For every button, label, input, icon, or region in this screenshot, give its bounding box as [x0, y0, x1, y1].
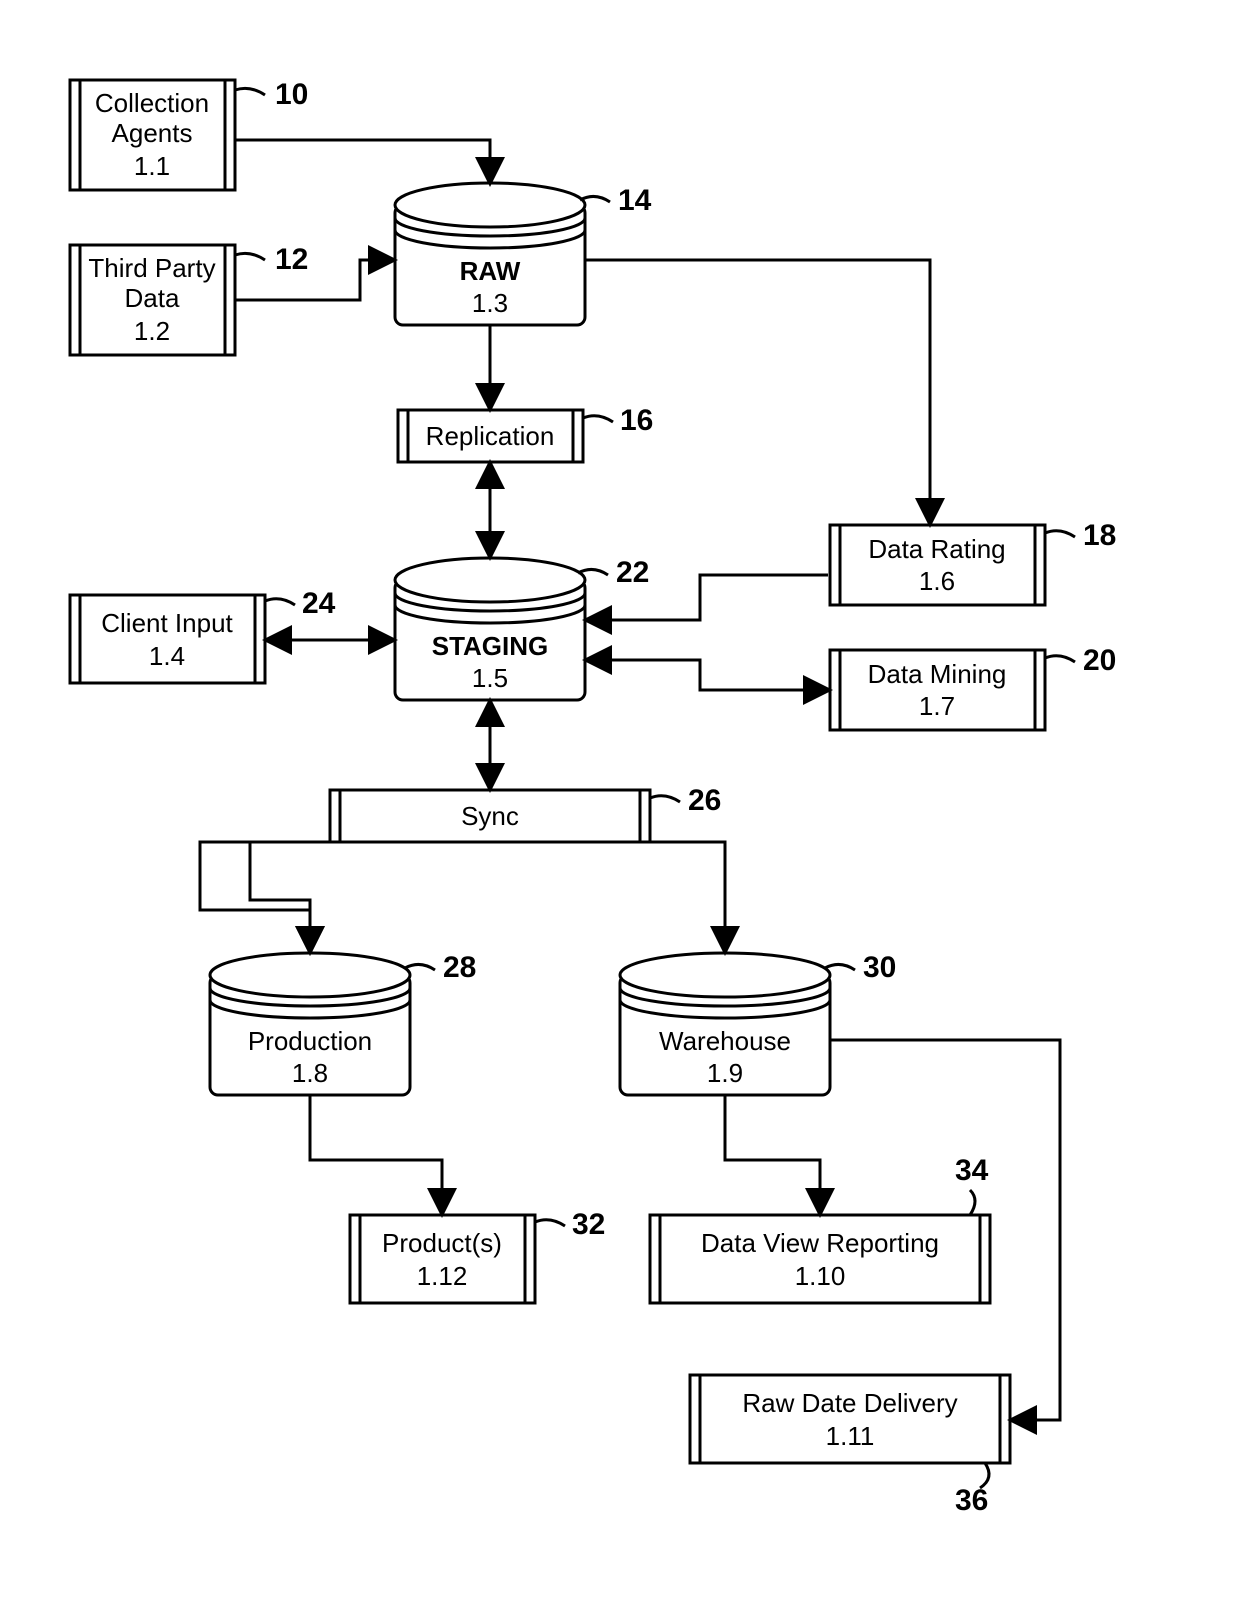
svg-text:Data: Data — [125, 283, 180, 313]
svg-text:STAGING: STAGING — [432, 631, 549, 661]
svg-text:Production: Production — [248, 1026, 372, 1056]
node-replication: Replication — [398, 410, 583, 462]
node-collection-agents: Collection Agents 1.1 — [70, 80, 235, 190]
node-products: Product(s) 1.12 — [350, 1215, 535, 1303]
svg-text:36: 36 — [955, 1484, 988, 1517]
edge-sync-warehouse — [630, 842, 725, 951]
node-data-rating: Data Rating 1.6 — [830, 525, 1045, 605]
node-label: Collection — [95, 88, 209, 118]
svg-text:16: 16 — [620, 404, 653, 437]
svg-text:1.6: 1.6 — [919, 566, 955, 596]
ref-label: 10 — [275, 78, 308, 111]
svg-text:32: 32 — [572, 1208, 605, 1241]
svg-text:34: 34 — [955, 1154, 989, 1187]
svg-text:Data View Reporting: Data View Reporting — [701, 1228, 939, 1258]
svg-text:14: 14 — [618, 184, 652, 217]
node-raw-db: RAW 1.3 — [395, 183, 585, 325]
node-data-mining: Data Mining 1.7 — [830, 650, 1045, 730]
svg-text:1.5: 1.5 — [472, 663, 508, 693]
svg-text:20: 20 — [1083, 644, 1116, 677]
svg-text:1.8: 1.8 — [292, 1058, 328, 1088]
svg-text:Product(s): Product(s) — [382, 1228, 502, 1258]
svg-text:12: 12 — [275, 243, 308, 276]
node-data-view-reporting: Data View Reporting 1.10 — [650, 1215, 990, 1303]
node-warehouse-db: Warehouse 1.9 — [620, 953, 830, 1095]
svg-text:24: 24 — [302, 587, 336, 620]
svg-text:Raw Date Delivery: Raw Date Delivery — [742, 1388, 957, 1418]
svg-text:30: 30 — [863, 951, 896, 984]
svg-text:Sync: Sync — [461, 801, 519, 831]
edge-production-products — [310, 1095, 442, 1213]
node-label: Agents — [112, 118, 193, 148]
svg-text:Data Mining: Data Mining — [868, 659, 1007, 689]
svg-text:Data Rating: Data Rating — [868, 534, 1005, 564]
svg-text:1.10: 1.10 — [795, 1261, 846, 1291]
svg-text:28: 28 — [443, 951, 476, 984]
svg-text:18: 18 — [1083, 519, 1116, 552]
svg-text:1.2: 1.2 — [134, 316, 170, 346]
node-raw-date-delivery: Raw Date Delivery 1.11 — [690, 1375, 1010, 1463]
svg-text:1.7: 1.7 — [919, 691, 955, 721]
node-third-party-data: Third Party Data 1.2 — [70, 245, 235, 355]
svg-text:Client Input: Client Input — [101, 608, 233, 638]
svg-text:Warehouse: Warehouse — [659, 1026, 791, 1056]
svg-text:1.11: 1.11 — [826, 1421, 875, 1451]
node-client-input: Client Input 1.4 — [70, 595, 265, 683]
svg-text:26: 26 — [688, 784, 721, 817]
svg-text:Replication: Replication — [426, 421, 555, 451]
svg-text:1.12: 1.12 — [417, 1261, 468, 1291]
svg-text:Third Party: Third Party — [88, 253, 215, 283]
node-production-db: Production 1.8 — [210, 953, 410, 1095]
svg-text:22: 22 — [616, 556, 649, 589]
edge-warehouse-reporting — [725, 1095, 820, 1213]
svg-text:RAW: RAW — [460, 256, 521, 286]
svg-text:1.4: 1.4 — [149, 641, 185, 671]
node-sync: Sync — [330, 790, 650, 842]
node-sub: 1.1 — [134, 151, 170, 181]
edge-sync-production-final — [200, 842, 350, 951]
node-staging-db: STAGING 1.5 — [395, 558, 585, 700]
svg-text:1.9: 1.9 — [707, 1058, 743, 1088]
svg-text:1.3: 1.3 — [472, 288, 508, 318]
